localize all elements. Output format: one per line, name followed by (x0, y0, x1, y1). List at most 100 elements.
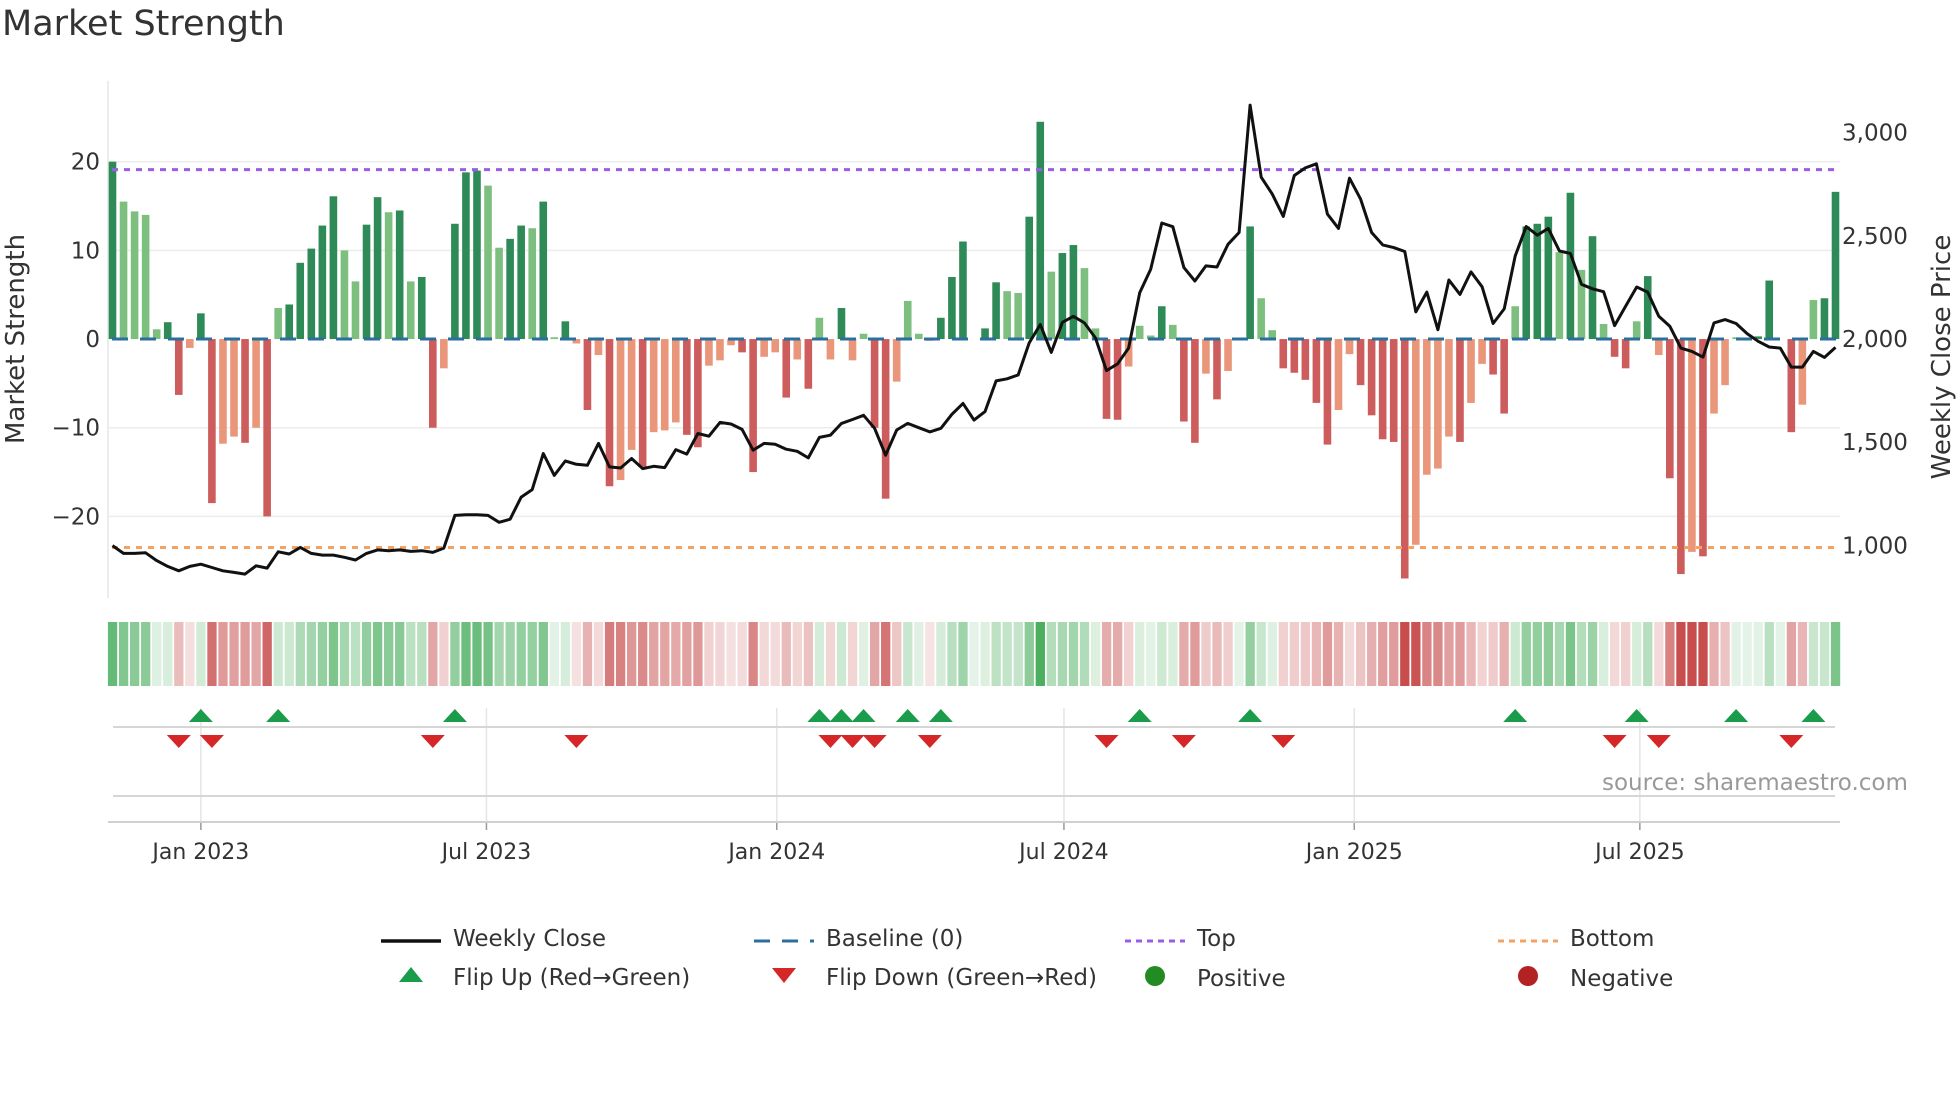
positive-bar (914, 333, 923, 340)
heatmap-cell (1455, 622, 1465, 686)
negative-bar (252, 339, 260, 428)
negative-bar (782, 339, 791, 398)
x-tick-label: Jul 2024 (1017, 840, 1109, 865)
negative-bar (1610, 339, 1619, 357)
positive-bar (384, 212, 393, 340)
negative-bar (749, 339, 757, 473)
heatmap-cell (1289, 622, 1300, 686)
negative-bar (1798, 339, 1807, 405)
heatmap-cell (1532, 622, 1542, 686)
negative-bar (627, 339, 636, 450)
heatmap-cell (1212, 622, 1222, 686)
heatmap-cell (682, 622, 692, 686)
positive-bar (1246, 226, 1254, 340)
positive-bar (859, 333, 868, 340)
heatmap-cell (163, 622, 173, 686)
y2-tick-label: 1,000 (1842, 533, 1908, 559)
negative-bar (1180, 339, 1188, 422)
heatmap-cell (472, 622, 482, 686)
heatmap-cell (847, 622, 858, 686)
heatmap-cell (1223, 622, 1233, 686)
positive-bar (937, 317, 945, 340)
negative-bar (793, 339, 802, 360)
heatmap-cell (748, 622, 758, 686)
heatmap-cell (1576, 622, 1587, 686)
heatmap-cell (925, 622, 935, 686)
flip-up-marker (851, 709, 876, 722)
heatmap-cell (1079, 622, 1090, 686)
negative-bar (1334, 339, 1343, 410)
heatmap-cell (1786, 622, 1797, 686)
heatmap-cell (1665, 622, 1675, 686)
heatmap-cell (1797, 622, 1808, 686)
heatmap-cell (759, 622, 769, 686)
flip-up-marker (1127, 709, 1152, 722)
heatmap-cell (980, 622, 990, 686)
heatmap-cell (1190, 622, 1200, 686)
heatmap-cell (417, 622, 427, 686)
negative-bar (1202, 339, 1210, 374)
flip-up-marker (895, 709, 920, 722)
positive-bar (1014, 292, 1022, 340)
heatmap-cell (991, 622, 1001, 686)
y-tick-label: 20 (71, 150, 100, 176)
heatmap-cell (1135, 622, 1145, 686)
heatmap-cell (1411, 622, 1421, 686)
heatmap-cell (1234, 622, 1244, 686)
heatmap-cell (1632, 622, 1642, 686)
positive-bar (948, 276, 956, 340)
heatmap-cell (571, 622, 582, 686)
negative-bar (870, 339, 879, 428)
positive-bar (329, 196, 338, 340)
negative-bar (804, 339, 813, 389)
negative-bar (1721, 339, 1729, 386)
heatmap-cell (406, 622, 416, 686)
negative-bar (760, 339, 768, 357)
heatmap-cell (1201, 622, 1211, 686)
negative-bar (1411, 339, 1420, 545)
negative-bar (1500, 339, 1508, 414)
positive-bar (119, 201, 128, 340)
negative-bar (1389, 339, 1398, 442)
negative-bar (683, 339, 691, 435)
negative-bar (694, 339, 702, 448)
strength-bars (108, 121, 1840, 579)
heatmap-cell (671, 622, 681, 686)
heatmap-cell (1477, 622, 1487, 686)
negative-bar (219, 339, 227, 444)
negative-bar (671, 339, 680, 423)
heatmap-cell (593, 622, 604, 686)
heatmap-cell (1378, 622, 1388, 686)
negative-bar (771, 339, 779, 353)
positive-bar (1765, 280, 1774, 340)
heatmap-cell (792, 622, 802, 686)
negative-bar (892, 339, 901, 382)
heatmap-cell (604, 622, 615, 686)
negative-bar (1787, 339, 1796, 433)
positive-bar (373, 197, 382, 340)
heatmap-cell (627, 622, 637, 686)
flip-up-marker (266, 709, 291, 722)
heatmap-cell (947, 622, 957, 686)
negative-bar (1290, 339, 1299, 373)
heatmap-cell (549, 622, 559, 686)
x-tick-label: Jul 2025 (1593, 840, 1685, 865)
heatmap-cell (384, 622, 394, 686)
negative-bar (174, 339, 183, 395)
heatmap-cell (1101, 622, 1112, 686)
negative-bar (230, 339, 238, 437)
positive-bar (1522, 226, 1531, 340)
heatmap-cell (1168, 622, 1178, 686)
flip-up-marker (1724, 709, 1749, 722)
heatmap-cell (361, 622, 372, 686)
negative-bar (1710, 339, 1718, 414)
flip-down-marker (564, 735, 589, 748)
heatmap-cell (1621, 622, 1631, 686)
negative-bar (1224, 339, 1232, 371)
flip-down-marker (199, 735, 224, 748)
heatmap-cell (1355, 622, 1366, 686)
heatmap-cell (649, 622, 659, 686)
heatmap-cell (1157, 622, 1167, 686)
negative-bar (1367, 339, 1376, 416)
negative-bar (1666, 339, 1674, 479)
